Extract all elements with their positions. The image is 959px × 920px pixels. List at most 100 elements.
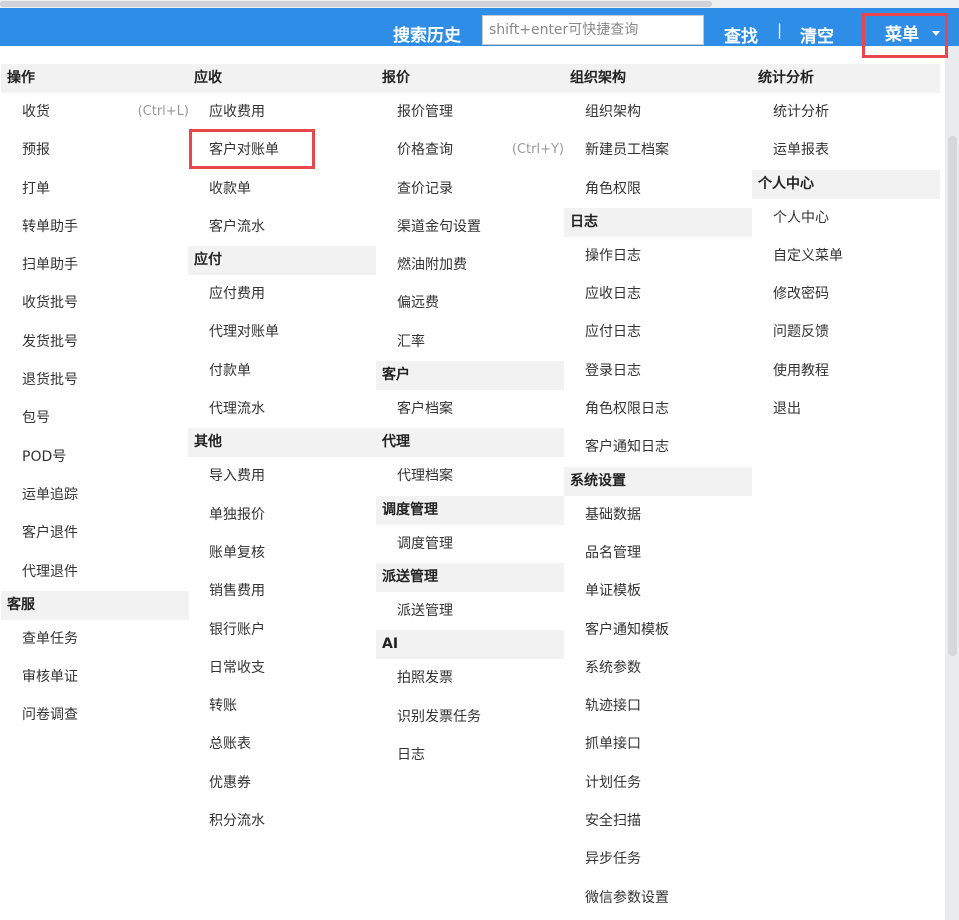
menu-item[interactable]: 账单复核 (188, 534, 376, 572)
group-header: 调度管理 (376, 495, 564, 525)
menu-item[interactable]: 收货 (Ctrl+L) (1, 93, 189, 131)
menu-item[interactable]: 操作日志 (564, 237, 752, 275)
menu-item[interactable]: 查价记录 (376, 170, 564, 208)
clear-button[interactable]: 清空 (800, 22, 834, 47)
menu-item[interactable]: 问卷调查 (1, 696, 189, 734)
menu-item[interactable]: 单证模板 (564, 572, 752, 610)
menu-item[interactable]: 运单报表 (752, 131, 940, 169)
group-header: 组织架构 (564, 64, 752, 93)
menu-item[interactable]: 使用教程 (752, 352, 940, 390)
menu-item[interactable]: 转单助手 (1, 208, 189, 246)
menu-item[interactable]: 银行账户 (188, 611, 376, 649)
shortcut-hint: (Ctrl+Y) (511, 142, 564, 158)
menu-item[interactable]: 系统参数 (564, 649, 752, 687)
menu-item[interactable]: 问题反馈 (752, 313, 940, 351)
menu-item[interactable]: 应收日志 (564, 275, 752, 313)
menu-item[interactable]: 拍照发票 (376, 659, 564, 697)
group-header: 代理 (376, 428, 564, 458)
menu-item[interactable]: 轨迹接口 (564, 687, 752, 725)
menu-item[interactable]: 应收费用 (188, 93, 376, 131)
menu-item[interactable]: 客户通知日志 (564, 428, 752, 466)
menu-item[interactable]: 应付日志 (564, 313, 752, 351)
menu-item[interactable]: 运单追踪 (1, 476, 189, 514)
menu-item[interactable]: 转账 (188, 687, 376, 725)
horizontal-scrollbar[interactable] (0, 1, 712, 7)
menu-item[interactable]: 代理档案 (376, 457, 564, 495)
menu-item[interactable]: 客户流水 (188, 208, 376, 246)
search-input[interactable] (482, 15, 704, 45)
menu-item[interactable]: 单独报价 (188, 496, 376, 534)
menu-item[interactable]: 客户通知模板 (564, 611, 752, 649)
menu-item[interactable]: 汇率 (376, 323, 564, 361)
search-history-label[interactable]: 搜索历史 (393, 21, 461, 46)
menu-item[interactable]: 收货批号 (1, 284, 189, 322)
menu-item[interactable]: 发货批号 (1, 323, 189, 361)
menu-item[interactable]: 个人中心 (752, 199, 940, 237)
menu-item[interactable]: 总账表 (188, 725, 376, 763)
menu-item[interactable]: 新建员工档案 (564, 131, 752, 169)
menu-item[interactable]: 代理退件 (1, 553, 189, 591)
menu-item-label: 查单任务 (22, 630, 78, 647)
menu-item[interactable]: 销售费用 (188, 572, 376, 610)
menu-item[interactable]: 扫单助手 (1, 246, 189, 284)
menu-item-label: 基础数据 (585, 506, 641, 523)
menu-item[interactable]: 识别发票任务 (376, 698, 564, 736)
menu-item[interactable]: 优惠券 (188, 764, 376, 802)
menu-item[interactable]: 修改密码 (752, 275, 940, 313)
menu-item-label: 总账表 (209, 736, 251, 753)
menu-item-label: 自定义菜单 (773, 247, 843, 264)
menu-item[interactable]: 自定义菜单 (752, 237, 940, 275)
menu-item[interactable]: 价格查询 (Ctrl+Y) (376, 131, 564, 169)
menu-item[interactable]: 品名管理 (564, 534, 752, 572)
group-header: 派送管理 (376, 562, 564, 592)
menu-item[interactable]: 报价管理 (376, 93, 564, 131)
menu-item[interactable]: 应付费用 (188, 275, 376, 313)
menu-item[interactable]: 付款单 (188, 352, 376, 390)
menu-item-label: 收货批号 (22, 295, 78, 312)
menu-item[interactable]: 角色权限 (564, 170, 752, 208)
menu-item[interactable]: 调度管理 (376, 525, 564, 563)
menu-item-label: 登录日志 (585, 362, 641, 379)
menu-item-label: 调度管理 (397, 535, 453, 552)
menu-item[interactable]: 收款单 (188, 170, 376, 208)
menu-item[interactable]: 预报 (1, 131, 189, 169)
menu-item[interactable]: 退出 (752, 390, 940, 428)
menu-item-label: 偏远费 (397, 295, 439, 312)
menu-item[interactable]: 安全扫描 (564, 802, 752, 840)
menu-item[interactable]: 异步任务 (564, 840, 752, 878)
menu-item[interactable]: 偏远费 (376, 284, 564, 322)
vertical-scrollbar[interactable] (948, 136, 957, 656)
menu-item[interactable]: 客户退件 (1, 514, 189, 552)
menu-item[interactable]: 客户档案 (376, 390, 564, 428)
menu-item[interactable]: 渠道金句设置 (376, 208, 564, 246)
menu-item[interactable]: 角色权限日志 (564, 390, 752, 428)
menu-item[interactable]: 打单 (1, 170, 189, 208)
menu-item[interactable]: 微信参数设置 (564, 879, 752, 917)
menu-item[interactable]: 登录日志 (564, 352, 752, 390)
menu-item[interactable]: 包号 (1, 399, 189, 437)
menu-item[interactable]: 日志 (376, 736, 564, 774)
menu-item[interactable]: 燃油附加费 (376, 246, 564, 284)
menu-item[interactable]: 代理对账单 (188, 313, 376, 351)
menu-item[interactable]: 代理流水 (188, 390, 376, 428)
menu-item[interactable]: 派送管理 (376, 592, 564, 630)
menu-item[interactable]: 基础数据 (564, 496, 752, 534)
menu-item[interactable]: 抓单接口 (564, 725, 752, 763)
menu-item[interactable]: 退货批号 (1, 361, 189, 399)
right-gutter (945, 46, 959, 920)
menu-item[interactable]: POD号 (1, 438, 189, 476)
menu-item[interactable]: 组织架构 (564, 93, 752, 131)
menu-item-label: 收货 (22, 104, 50, 120)
top-bar: 搜索历史 查找 | 清空 菜单 (0, 8, 959, 47)
menu-item[interactable]: 统计分析 (752, 93, 940, 131)
find-button[interactable]: 查找 (724, 22, 758, 47)
menu-item[interactable]: 计划任务 (564, 764, 752, 802)
menu-item[interactable]: 日常收支 (188, 649, 376, 687)
menu-item-label: 销售费用 (209, 583, 265, 600)
menu-item[interactable]: 导入费用 (188, 457, 376, 495)
menu-item[interactable]: 查单任务 (1, 620, 189, 658)
menu-item-label: 转账 (209, 698, 237, 715)
menu-item[interactable]: 积分流水 (188, 802, 376, 840)
menu-item[interactable]: 审核单证 (1, 658, 189, 696)
menu-item-label: 银行账户 (209, 621, 265, 638)
